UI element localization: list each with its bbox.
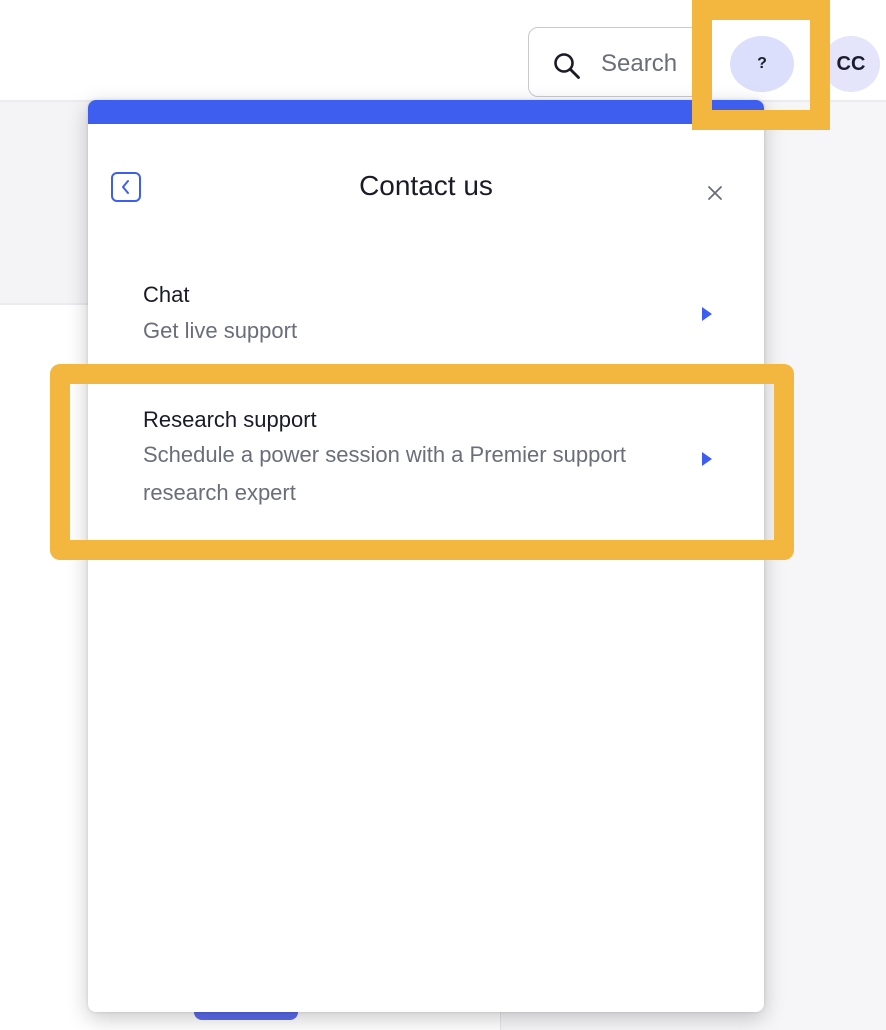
- search-label: Search: [601, 50, 678, 77]
- close-button[interactable]: [702, 180, 728, 206]
- help-button-highlight: [692, 0, 830, 130]
- contact-option-chat[interactable]: Chat Get live support: [88, 260, 764, 370]
- background-left-band: [0, 102, 100, 304]
- avatar[interactable]: CC: [822, 36, 880, 92]
- search-icon: [554, 53, 580, 79]
- research-support-highlight: [50, 364, 794, 560]
- search-button[interactable]: Search: [528, 27, 708, 97]
- option-title: Chat: [143, 282, 190, 307]
- background-left-band-divider: [0, 303, 100, 305]
- background-button-edge: [194, 1012, 298, 1020]
- option-description: Get live support: [143, 318, 298, 343]
- caret-right-icon: [702, 307, 712, 321]
- close-icon: [708, 186, 722, 200]
- panel-title: Contact us: [359, 170, 493, 201]
- panel-accent-bar: [88, 100, 764, 124]
